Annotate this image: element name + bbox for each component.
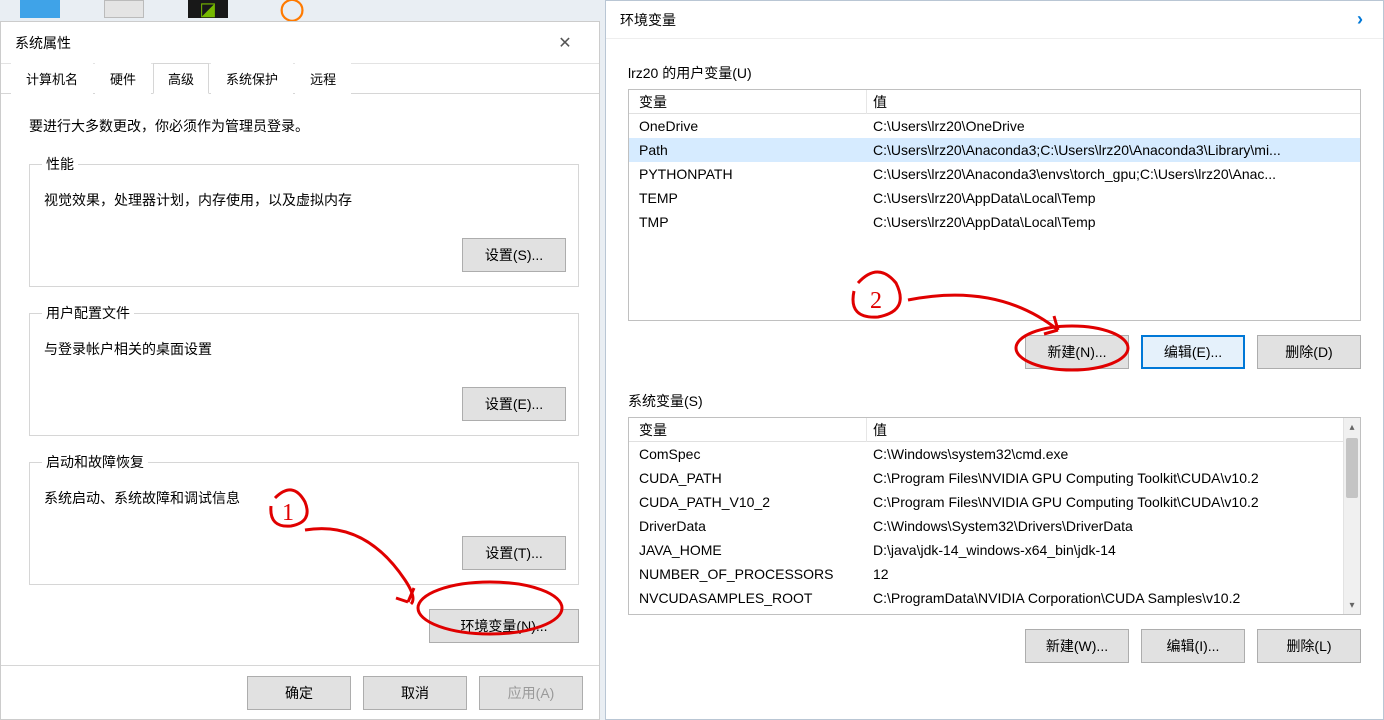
desc-startup-recovery: 系统启动、系统故障和调试信息 [44, 488, 566, 508]
user-var-row[interactable]: TMPC:\Users\lrz20\AppData\Local\Temp [629, 210, 1360, 234]
dialog-footer: 确定 取消 应用(A) [1, 665, 599, 719]
system-delete-button[interactable]: 删除(L) [1257, 629, 1361, 663]
group-performance: 性能 视觉效果，处理器计划，内存使用，以及虚拟内存 设置(S)... [29, 154, 579, 287]
system-var-name: CUDA_PATH [629, 466, 867, 490]
user-var-value: C:\Users\lrz20\OneDrive [867, 114, 1360, 138]
user-var-value: C:\Users\lrz20\AppData\Local\Temp [867, 186, 1360, 210]
apply-button[interactable]: 应用(A) [479, 676, 583, 710]
tab-remote[interactable]: 远程 [295, 63, 351, 94]
legend-user-profiles: 用户配置文件 [42, 303, 134, 323]
user-var-value: C:\Users\lrz20\AppData\Local\Temp [867, 210, 1360, 234]
taskbar-icon-4: ◯ [272, 0, 312, 18]
user-var-row[interactable]: OneDriveC:\Users\lrz20\OneDrive [629, 114, 1360, 138]
chevron-right-icon[interactable]: › [1351, 9, 1369, 30]
system-var-row[interactable]: NUMBER_OF_PROCESSORS12 [629, 562, 1360, 586]
user-vars-listbox[interactable]: 变量 值 OneDriveC:\Users\lrz20\OneDrivePath… [628, 89, 1361, 321]
legend-startup-recovery: 启动和故障恢复 [42, 452, 148, 472]
tab-hardware[interactable]: 硬件 [95, 63, 151, 94]
user-vars-label: lrz20 的用户变量(U) [628, 63, 1361, 83]
user-var-value: C:\Users\lrz20\Anaconda3\envs\torch_gpu;… [867, 162, 1360, 186]
col-header-variable[interactable]: 变量 [629, 418, 867, 442]
taskbar-icons: ◪ ◯ [0, 0, 600, 20]
envvars-window-title: 环境变量 [620, 10, 676, 30]
titlebar[interactable]: 系统属性 ✕ [1, 22, 599, 64]
system-edit-button[interactable]: 编辑(I)... [1141, 629, 1245, 663]
system-var-name: ComSpec [629, 442, 867, 466]
scroll-down-icon[interactable]: ▾ [1344, 596, 1360, 614]
envvars-titlebar[interactable]: 环境变量 › [606, 1, 1383, 39]
desc-performance: 视觉效果，处理器计划，内存使用，以及虚拟内存 [44, 190, 566, 210]
environment-variables-button[interactable]: 环境变量(N)... [429, 609, 579, 643]
user-var-value: C:\Users\lrz20\Anaconda3;C:\Users\lrz20\… [867, 138, 1360, 162]
system-var-row[interactable]: JAVA_HOMED:\java\jdk-14_windows-x64_bin\… [629, 538, 1360, 562]
window-title: 系统属性 [15, 33, 71, 53]
tab-system-protection[interactable]: 系统保护 [211, 63, 293, 94]
system-vars-label: 系统变量(S) [628, 391, 1361, 411]
user-delete-button[interactable]: 删除(D) [1257, 335, 1361, 369]
user-var-row[interactable]: PYTHONPATHC:\Users\lrz20\Anaconda3\envs\… [629, 162, 1360, 186]
system-var-value: 12 [867, 562, 1360, 586]
tab-advanced[interactable]: 高级 [153, 63, 209, 94]
system-var-name: NVCUDASAMPLES_ROOT [629, 586, 867, 610]
taskbar-icon-nvidia: ◪ [188, 0, 228, 18]
user-var-name: TMP [629, 210, 867, 234]
system-properties-window: 系统属性 ✕ 计算机名 硬件 高级 系统保护 远程 要进行大多数更改，你必须作为… [0, 21, 600, 720]
col-header-value[interactable]: 值 [867, 90, 1360, 114]
system-var-name: CUDA_PATH_V10_2 [629, 490, 867, 514]
system-var-row[interactable]: ComSpecC:\Windows\system32\cmd.exe [629, 442, 1360, 466]
scroll-up-icon[interactable]: ▴ [1344, 418, 1360, 436]
lead-text: 要进行大多数更改，你必须作为管理员登录。 [29, 116, 579, 136]
col-header-value[interactable]: 值 [867, 418, 1360, 442]
group-user-profiles: 用户配置文件 与登录帐户相关的桌面设置 设置(E)... [29, 303, 579, 436]
system-var-name: DriverData [629, 514, 867, 538]
system-var-row[interactable]: DriverDataC:\Windows\System32\Drivers\Dr… [629, 514, 1360, 538]
system-var-value: C:\Program Files\NVIDIA GPU Computing To… [867, 466, 1360, 490]
user-var-name: TEMP [629, 186, 867, 210]
system-var-value: D:\java\jdk-14_windows-x64_bin\jdk-14 [867, 538, 1360, 562]
taskbar-icon-2 [104, 0, 144, 18]
group-startup-recovery: 启动和故障恢复 系统启动、系统故障和调试信息 设置(T)... [29, 452, 579, 585]
system-var-value: C:\Program Files\NVIDIA GPU Computing To… [867, 490, 1360, 514]
system-var-row[interactable]: CUDA_PATH_V10_2C:\Program Files\NVIDIA G… [629, 490, 1360, 514]
tab-strip: 计算机名 硬件 高级 系统保护 远程 [1, 64, 599, 94]
user-var-name: OneDrive [629, 114, 867, 138]
user-var-row[interactable]: TEMPC:\Users\lrz20\AppData\Local\Temp [629, 186, 1360, 210]
settings-user-profiles-button[interactable]: 设置(E)... [462, 387, 566, 421]
user-vars-header[interactable]: 变量 值 [629, 90, 1360, 114]
user-var-row[interactable]: PathC:\Users\lrz20\Anaconda3;C:\Users\lr… [629, 138, 1360, 162]
system-vars-header[interactable]: 变量 值 [629, 418, 1360, 442]
scroll-thumb[interactable] [1346, 438, 1358, 498]
legend-performance: 性能 [42, 154, 78, 174]
system-var-row[interactable]: NVCUDASAMPLES_ROOTC:\ProgramData\NVIDIA … [629, 586, 1360, 610]
desc-user-profiles: 与登录帐户相关的桌面设置 [44, 339, 566, 359]
settings-startup-button[interactable]: 设置(T)... [462, 536, 566, 570]
system-var-value: C:\Windows\System32\Drivers\DriverData [867, 514, 1360, 538]
taskbar-icon-1 [20, 0, 60, 18]
settings-performance-button[interactable]: 设置(S)... [462, 238, 566, 272]
col-header-variable[interactable]: 变量 [629, 90, 867, 114]
tab-computer-name[interactable]: 计算机名 [11, 63, 93, 94]
close-icon[interactable]: ✕ [545, 29, 585, 57]
user-var-name: PYTHONPATH [629, 162, 867, 186]
ok-button[interactable]: 确定 [247, 676, 351, 710]
system-var-row[interactable]: CUDA_PATHC:\Program Files\NVIDIA GPU Com… [629, 466, 1360, 490]
environment-variables-window: 环境变量 › lrz20 的用户变量(U) 变量 值 OneDriveC:\Us… [605, 0, 1384, 720]
user-new-button[interactable]: 新建(N)... [1025, 335, 1129, 369]
system-vars-listbox[interactable]: 变量 值 ComSpecC:\Windows\system32\cmd.exeC… [628, 417, 1361, 615]
user-var-name: Path [629, 138, 867, 162]
system-var-name: JAVA_HOME [629, 538, 867, 562]
system-var-value: C:\Windows\system32\cmd.exe [867, 442, 1360, 466]
system-vars-scrollbar[interactable]: ▴ ▾ [1343, 418, 1360, 614]
cancel-button[interactable]: 取消 [363, 676, 467, 710]
system-var-value: C:\ProgramData\NVIDIA Corporation\CUDA S… [867, 586, 1360, 610]
system-var-name: NUMBER_OF_PROCESSORS [629, 562, 867, 586]
user-edit-button[interactable]: 编辑(E)... [1141, 335, 1245, 369]
system-new-button[interactable]: 新建(W)... [1025, 629, 1129, 663]
